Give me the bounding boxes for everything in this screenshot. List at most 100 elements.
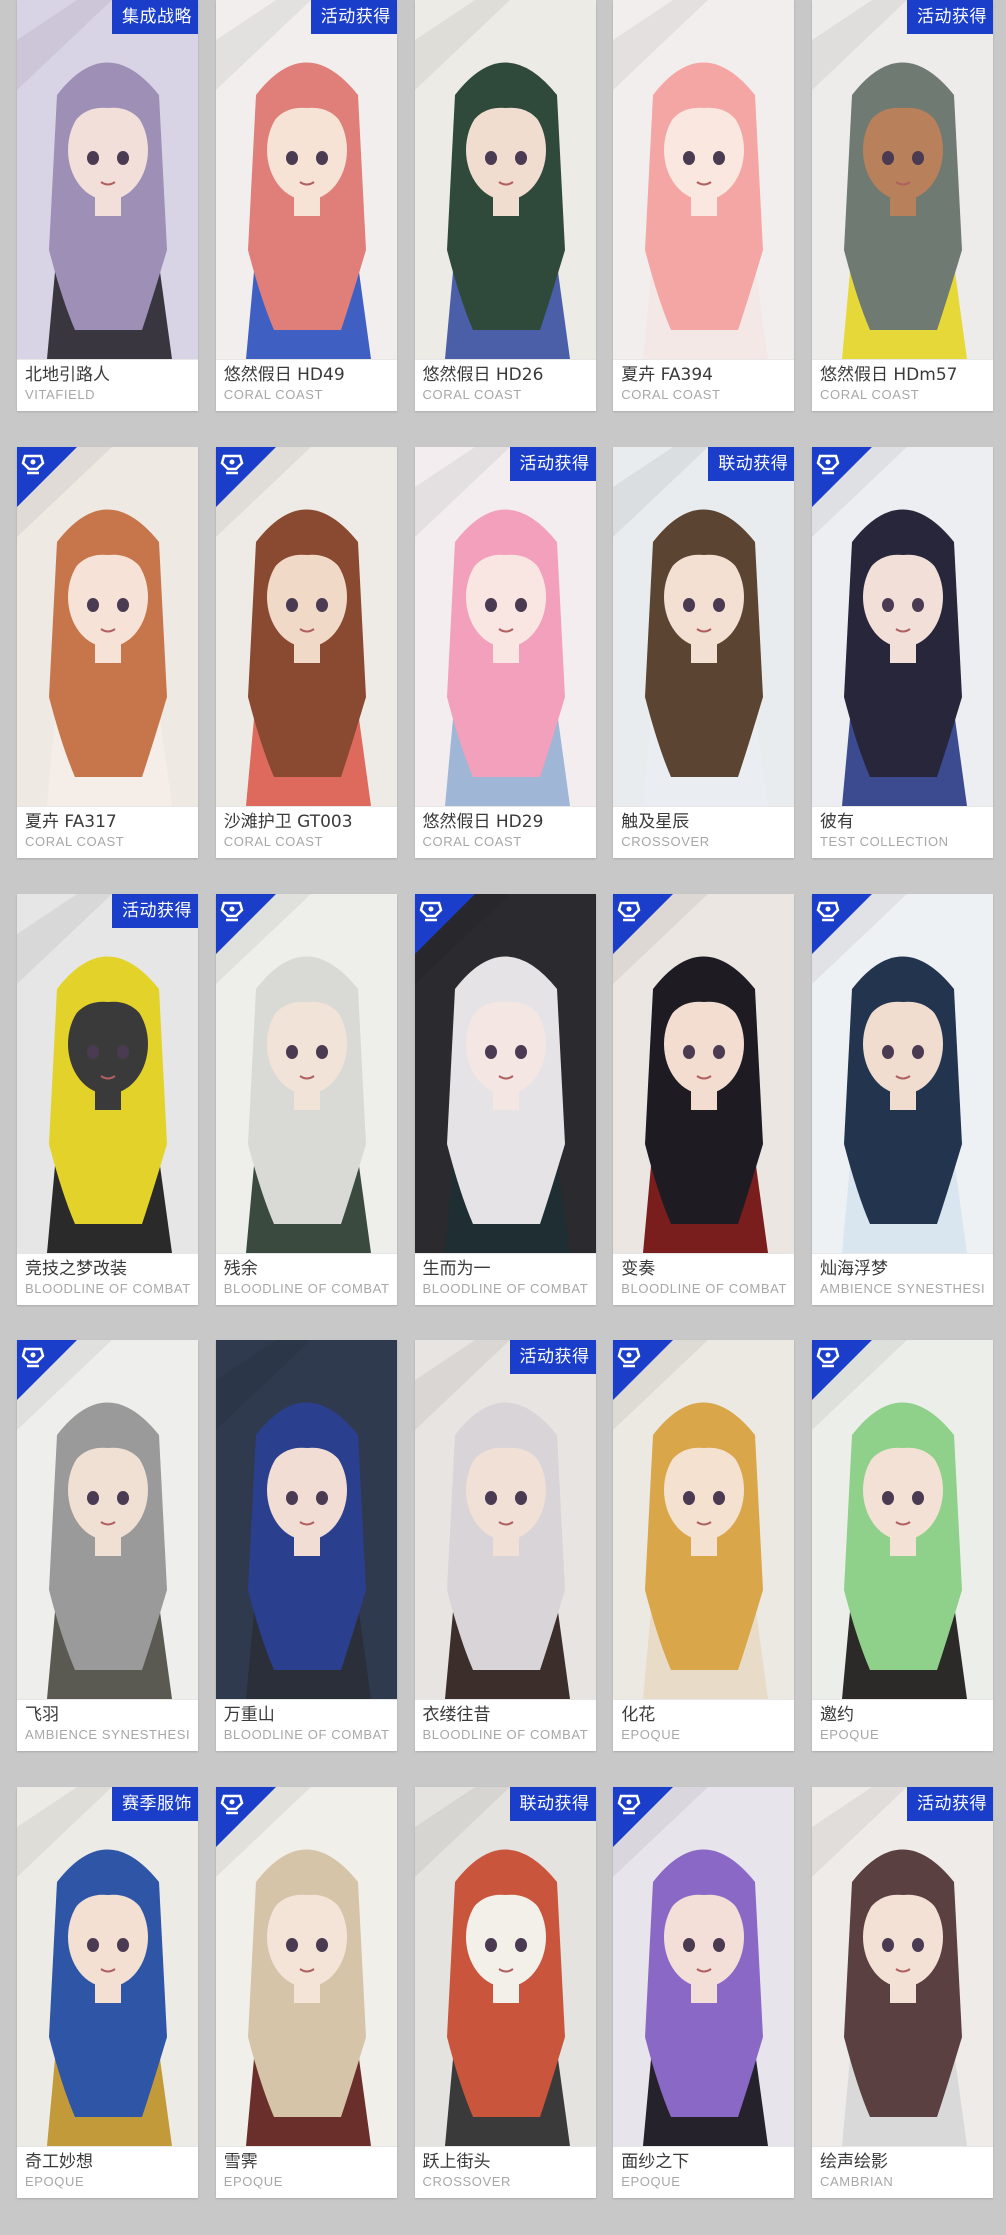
store-corner-icon [215,446,276,507]
store-corner-icon [613,1787,674,1847]
skin-artwork [812,893,993,1253]
obtain-badge: 活动获得 [907,1787,993,1821]
skin-card[interactable]: 残余 BLOODLINE OF COMBAT [215,893,397,1305]
skin-caption: 雪霁 EPOQUE [215,2146,397,2198]
skin-card[interactable]: 夏卉 FA317 CORAL COAST [17,446,198,858]
skin-card[interactable]: 化花 EPOQUE [613,1340,795,1752]
skin-card[interactable]: 万重山 BLOODLINE OF COMBAT [215,1340,397,1752]
skin-card[interactable]: 夏卉 FA394 CORAL COAST [613,0,795,411]
skin-name: 衣缕往昔 [422,1705,491,1726]
skin-name: 夏卉 FA317 [25,811,117,832]
skin-name: 雪霁 [223,2152,258,2172]
skin-name: 彼有 [820,811,854,832]
store-corner-icon [812,446,872,507]
skin-artwork [812,1340,993,1700]
skin-name: 悠然假日 HDm57 [820,365,958,385]
skin-caption: 灿海浮梦 AMBIENCE SYNESTHESIA [812,1252,993,1305]
skin-series: EPOQUE [621,1727,681,1743]
skin-card[interactable]: 生而为一 BLOODLINE OF COMBAT [414,893,596,1305]
skin-artwork: 联动获得 [613,446,795,806]
skin-name: 夏卉 FA394 [621,365,713,385]
skin-card[interactable]: 活动获得绘声绘影 CAMBRIAN [812,1787,993,2198]
skin-name: 悠然假日 HD29 [422,811,544,832]
skin-card[interactable]: 活动获得 悠然假日 HD49 CORAL COAST [215,0,397,411]
skin-artwork [215,446,397,806]
skin-card[interactable]: 变奏 BLOODLINE OF COMBAT [613,893,795,1305]
skin-series: VITAFIELD [25,387,96,402]
skin-caption: 悠然假日 HD49 CORAL COAST [215,359,397,411]
skin-card[interactable]: 集成战略北地引路人 VITAFIELD [17,0,198,411]
store-corner-icon [215,893,276,954]
skin-artwork [613,893,795,1253]
skin-card[interactable]: 联动获得跃上街头 CROSSOVER [414,1787,596,2198]
skin-caption: 悠然假日 HDm57 CORAL COAST [812,359,993,411]
skin-card[interactable]: 活动获得衣缕往昔 BLOODLINE OF COMBAT [414,1340,596,1752]
skin-card[interactable]: 飞羽 AMBIENCE SYNESTHESIA [17,1340,198,1752]
skin-card[interactable]: 灿海浮梦 AMBIENCE SYNESTHESIA [812,893,993,1305]
skin-caption: 飞羽 AMBIENCE SYNESTHESIA [17,1699,198,1751]
skin-artwork [215,1340,397,1700]
skin-caption: 万重山 BLOODLINE OF COMBAT [215,1699,397,1751]
store-corner-icon [613,893,674,954]
skin-name: 绘声绘影 [820,2152,888,2172]
skin-name: 北地引路人 [25,365,110,385]
skin-artwork [812,446,993,806]
skin-name: 万重山 [223,1705,275,1726]
skin-card[interactable]: 邀约 EPOQUE [812,1340,993,1752]
skin-card[interactable]: 活动获得 竞技之梦改装 BLOODLINE OF COMBAT [17,893,198,1305]
skin-artwork [17,1340,198,1700]
skin-series: EPOQUE [223,2174,283,2189]
skin-artwork [414,0,596,359]
skin-name: 邀约 [820,1705,854,1726]
skin-caption: 奇工妙想 EPOQUE [17,2146,198,2198]
skin-caption: 绘声绘影 CAMBRIAN [812,2146,993,2198]
skin-series: AMBIENCE SYNESTHESIA [25,1727,190,1743]
store-corner-icon [17,446,77,507]
skin-caption: 竞技之梦改装 BLOODLINE OF COMBAT [17,1252,198,1305]
skin-series: EPOQUE [621,2174,681,2189]
skin-card[interactable]: 活动获得 悠然假日 HDm57 CORAL COAST [812,0,993,411]
skin-series: TEST COLLECTION [820,833,949,849]
skin-name: 奇工妙想 [25,2152,93,2172]
skin-card[interactable]: 赛季服饰 奇工妙想 EPOQUE [17,1787,198,2198]
store-corner-icon [812,1340,872,1401]
skin-card[interactable]: 沙滩护卫 GT003 CORAL COAST [215,446,397,858]
skin-card[interactable]: 雪霁 EPOQUE [215,1787,397,2198]
skin-caption: 北地引路人 VITAFIELD [17,359,198,411]
store-corner-icon [17,1340,77,1401]
skin-caption: 残余 BLOODLINE OF COMBAT [215,1252,397,1305]
skin-card[interactable]: 面纱之下 EPOQUE [613,1787,795,2198]
skin-card[interactable]: 活动获得 悠然假日 HD29 CORAL COAST [414,446,596,858]
skin-artwork: 活动获得 [17,893,198,1253]
skin-series: CORAL COAST [422,833,522,849]
skin-artwork: 赛季服饰 [17,1787,198,2146]
skin-series: BLOODLINE OF COMBAT [621,1280,787,1296]
skin-name: 跃上街头 [422,2152,491,2172]
skin-series: CORAL COAST [820,387,920,402]
skin-card[interactable]: 悠然假日 HD26 CORAL COAST [414,0,596,411]
skin-artwork [613,1787,795,2146]
store-corner-icon [215,1787,276,1847]
skin-name: 触及星辰 [621,811,690,832]
skin-series: BLOODLINE OF COMBAT [422,1727,588,1743]
skin-artwork: 活动获得 [414,1340,596,1700]
skin-caption: 生而为一 BLOODLINE OF COMBAT [414,1252,596,1305]
skin-caption: 变奏 BLOODLINE OF COMBAT [613,1252,795,1305]
skin-name: 灿海浮梦 [820,1258,888,1279]
skin-series: AMBIENCE SYNESTHESIA [820,1280,985,1296]
skin-series: CORAL COAST [621,387,721,402]
skin-name: 飞羽 [25,1705,59,1726]
skin-name: 生而为一 [422,1258,491,1279]
skin-artwork [215,893,397,1253]
skin-card[interactable]: 彼有 TEST COLLECTION [812,446,993,858]
skin-artwork: 集成战略 [17,0,198,359]
skin-series: BLOODLINE OF COMBAT [223,1727,389,1743]
obtain-badge: 集成战略 [112,0,198,34]
skin-caption: 悠然假日 HD29 CORAL COAST [414,805,596,858]
skin-name: 化花 [621,1705,656,1726]
skin-artwork: 活动获得 [414,446,596,806]
obtain-badge: 联动获得 [708,446,795,481]
skin-card[interactable]: 联动获得 触及星辰 CROSSOVER [613,446,795,858]
skin-artwork: 联动获得 [414,1787,596,2146]
skin-series: CROSSOVER [422,2174,511,2189]
